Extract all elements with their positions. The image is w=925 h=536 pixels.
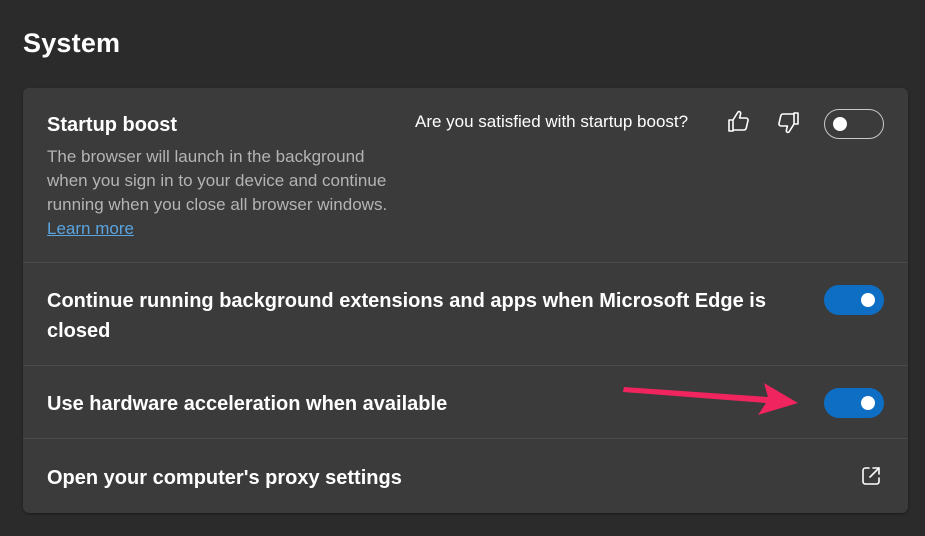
divider [23, 365, 908, 366]
page-title: System [23, 28, 121, 58]
startup-boost-toggle[interactable] [824, 109, 884, 139]
thumbs-up-icon[interactable] [725, 108, 753, 136]
hardware-acceleration-toggle[interactable] [824, 388, 884, 418]
toggle-knob [861, 396, 875, 410]
divider [23, 262, 908, 263]
background-extensions-toggle[interactable] [824, 285, 884, 315]
startup-boost-description-text: The browser will launch in the backgroun… [47, 147, 388, 214]
learn-more-link[interactable]: Learn more [47, 219, 134, 238]
thumbs-down-icon[interactable] [774, 108, 802, 136]
startup-boost-feedback-question: Are you satisfied with startup boost? [415, 112, 689, 131]
system-settings-card: Startup boost The browser will launch in… [23, 88, 908, 513]
toggle-knob [861, 293, 875, 307]
divider [23, 438, 908, 439]
external-link-icon[interactable] [859, 464, 883, 488]
proxy-settings-title: Open your computer's proxy settings [47, 467, 402, 489]
hardware-acceleration-title: Use hardware acceleration when available [47, 393, 448, 415]
startup-boost-title: Startup boost [47, 114, 177, 136]
background-extensions-title: Continue running background extensions a… [47, 290, 766, 342]
startup-boost-description: The browser will launch in the backgroun… [47, 145, 407, 241]
toggle-knob [833, 117, 847, 131]
